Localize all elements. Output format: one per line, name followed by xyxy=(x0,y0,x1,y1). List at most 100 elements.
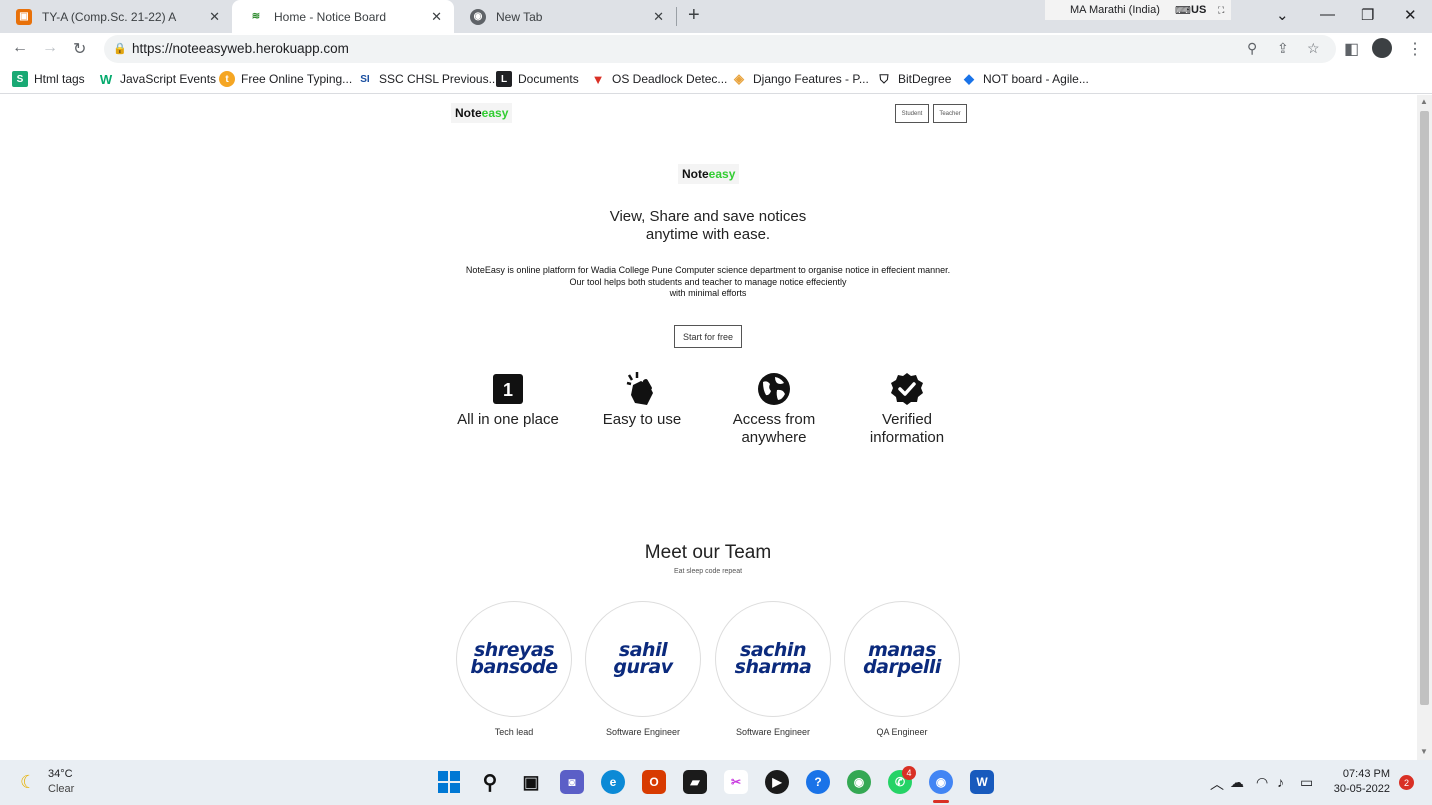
chrome-profile-icon[interactable]: ◉ xyxy=(847,770,871,794)
notification-badge[interactable]: 2 xyxy=(1399,775,1414,790)
typing-icon: t xyxy=(219,71,235,87)
browser-tab-strip: ▣ TY-A (Comp.Sc. 21-22) A ✕ ≋ Home - Not… xyxy=(0,0,1432,33)
reload-icon[interactable]: ↻ xyxy=(73,39,86,59)
word-icon[interactable]: W xyxy=(970,770,994,794)
feature-label: Verified xyxy=(881,411,933,428)
clock-time[interactable]: 07:43 PM xyxy=(1330,768,1390,780)
search-icon[interactable]: ⚲ xyxy=(478,770,502,794)
bitdegree-icon: ⛉ xyxy=(879,71,889,86)
tab-ty-a[interactable]: ▣ TY-A (Comp.Sc. 21-22) A ✕ xyxy=(0,0,232,33)
feature-all-in-one: 1 All in one place xyxy=(438,371,578,429)
member-role: Tech lead xyxy=(494,727,534,737)
help-icon[interactable]: ? xyxy=(806,770,830,794)
classroom-icon: ▣ xyxy=(16,8,32,25)
tab-notice-board[interactable]: ≋ Home - Notice Board ✕ xyxy=(232,0,454,33)
restore-icon[interactable]: ❐ xyxy=(1361,6,1374,24)
sticky-notes-icon[interactable]: ▰ xyxy=(683,770,707,794)
bookmark-html-tags[interactable]: S Html tags xyxy=(12,71,85,87)
onedrive-icon[interactable]: ☁ xyxy=(1230,774,1244,791)
tab-search-icon[interactable]: ⌄ xyxy=(1276,6,1289,24)
verified-badge-icon xyxy=(837,371,977,407)
tab-new-tab[interactable]: ◉ New Tab ✕ xyxy=(454,0,676,33)
team-title: Meet our Team xyxy=(644,542,772,563)
close-tab-icon[interactable]: ✕ xyxy=(431,9,442,25)
student-button[interactable]: Student xyxy=(895,104,929,123)
bookmark-typing[interactable]: t Free Online Typing... xyxy=(219,71,352,87)
scroll-up-icon[interactable]: ▲ xyxy=(1420,97,1428,106)
keyboard-layout[interactable]: US xyxy=(1191,0,1206,20)
weather-temp[interactable]: 34°C xyxy=(48,768,73,780)
url-text[interactable]: https://noteeasyweb.herokuapp.com xyxy=(132,41,349,56)
media-player-icon[interactable]: ▶ xyxy=(765,770,789,794)
bookmark-ssc[interactable]: SI SSC CHSL Previous... xyxy=(357,71,498,87)
menu-icon[interactable]: ⋮ xyxy=(1407,39,1423,59)
bookmark-documents[interactable]: L Documents xyxy=(496,71,579,87)
close-tab-icon[interactable]: ✕ xyxy=(653,9,664,25)
member-avatar: sahil gurav xyxy=(585,601,701,717)
bookmark-javascript-events[interactable]: W JavaScript Events xyxy=(98,71,216,87)
show-hidden-icons[interactable]: ︿ xyxy=(1210,774,1224,794)
task-view-icon[interactable]: ▣ xyxy=(519,770,543,794)
office-icon[interactable]: O xyxy=(642,770,666,794)
forward-icon[interactable]: → xyxy=(42,39,58,57)
member-role: Software Engineer xyxy=(605,727,681,737)
chrome-icon[interactable]: ◉ xyxy=(929,770,953,794)
volume-icon[interactable]: ♪ xyxy=(1277,774,1284,790)
teams-chat-icon[interactable]: ◙ xyxy=(560,770,584,794)
feature-verified: Verified information xyxy=(837,371,977,447)
headline-line: View, Share and save notices xyxy=(609,208,807,225)
bookmark-label: Html tags xyxy=(34,72,85,86)
snap-hand-icon xyxy=(572,371,712,407)
close-tab-icon[interactable]: ✕ xyxy=(209,9,220,25)
member-avatar: shreyas bansode xyxy=(456,601,572,717)
side-panel-icon[interactable]: ◧ xyxy=(1344,39,1359,59)
zoom-icon[interactable]: ⚲ xyxy=(1247,40,1257,57)
bookmark-label: OS Deadlock Detec... xyxy=(612,72,728,86)
team-member-card: sachin sharma Software Engineer xyxy=(708,601,838,737)
moon-weather-icon: ☾ xyxy=(20,772,37,792)
ime-options-icon[interactable]: ⛶ xyxy=(1218,0,1224,20)
documents-icon: L xyxy=(496,71,512,87)
bookmark-os-deadlock[interactable]: ▼ OS Deadlock Detec... xyxy=(590,71,728,87)
profile-avatar[interactable] xyxy=(1372,38,1392,58)
logo-prefix: Note xyxy=(455,106,482,120)
minimize-icon[interactable]: — xyxy=(1320,6,1335,23)
diamond-icon: ◆ xyxy=(964,71,974,86)
clock-date[interactable]: 30-05-2022 xyxy=(1330,783,1390,795)
navbar-logo[interactable]: Noteeasy xyxy=(451,103,513,123)
start-for-free-button[interactable]: Start for free xyxy=(674,325,742,348)
scrollbar-thumb[interactable] xyxy=(1420,111,1429,705)
bookmark-label: NOT board - Agile... xyxy=(983,72,1089,86)
headline-line: anytime with ease. xyxy=(645,226,771,243)
bookmark-label: Django Features - P... xyxy=(753,72,869,86)
ime-language[interactable]: MA Marathi (India) xyxy=(1070,0,1160,20)
os-icon: ▼ xyxy=(591,71,605,87)
lock-icon[interactable]: 🔒 xyxy=(113,42,127,55)
close-window-icon[interactable]: ✕ xyxy=(1404,6,1417,24)
page-scrollbar[interactable]: ▲ ▼ xyxy=(1417,95,1432,760)
bookmark-django[interactable]: ◈ Django Features - P... xyxy=(731,71,869,87)
new-tab-button[interactable]: + xyxy=(688,4,700,27)
edge-icon[interactable]: e xyxy=(601,770,625,794)
bookmark-star-icon[interactable]: ☆ xyxy=(1307,40,1320,57)
wifi-icon[interactable]: ◠ xyxy=(1256,774,1268,791)
noteeasy-favicon: ≋ xyxy=(251,11,261,22)
weather-desc[interactable]: Clear xyxy=(48,783,74,795)
member-last-name: sharma xyxy=(734,656,812,678)
member-last-name: gurav xyxy=(613,656,673,678)
scroll-down-icon[interactable]: ▼ xyxy=(1420,747,1428,756)
svg-text:1: 1 xyxy=(503,380,513,400)
teacher-button[interactable]: Teacher xyxy=(933,104,967,123)
bookmark-not-board[interactable]: ◆ NOT board - Agile... xyxy=(961,71,1089,87)
feature-label: anywhere xyxy=(741,429,807,446)
share-icon[interactable]: ⇪ xyxy=(1277,40,1289,57)
bookmark-bitdegree[interactable]: ⛉ BitDegree xyxy=(876,71,951,87)
bookmark-label: Free Online Typing... xyxy=(241,72,353,86)
windows-taskbar: ☾ 34°C Clear ⚲ ▣ ◙ e O ▰ ✂ ▶ ? ◉ ✆ 4 ◉ W… xyxy=(0,760,1432,805)
start-icon[interactable] xyxy=(437,770,461,794)
snipping-tool-icon[interactable]: ✂ xyxy=(724,770,748,794)
address-bar[interactable]: 🔒 https://noteeasyweb.herokuapp.com ⚲ ⇪ … xyxy=(104,35,1336,63)
back-icon[interactable]: ← xyxy=(12,39,28,57)
battery-icon[interactable]: ▭ xyxy=(1300,774,1313,791)
hero-headline: View, Share and save notices anytime wit… xyxy=(508,208,908,244)
